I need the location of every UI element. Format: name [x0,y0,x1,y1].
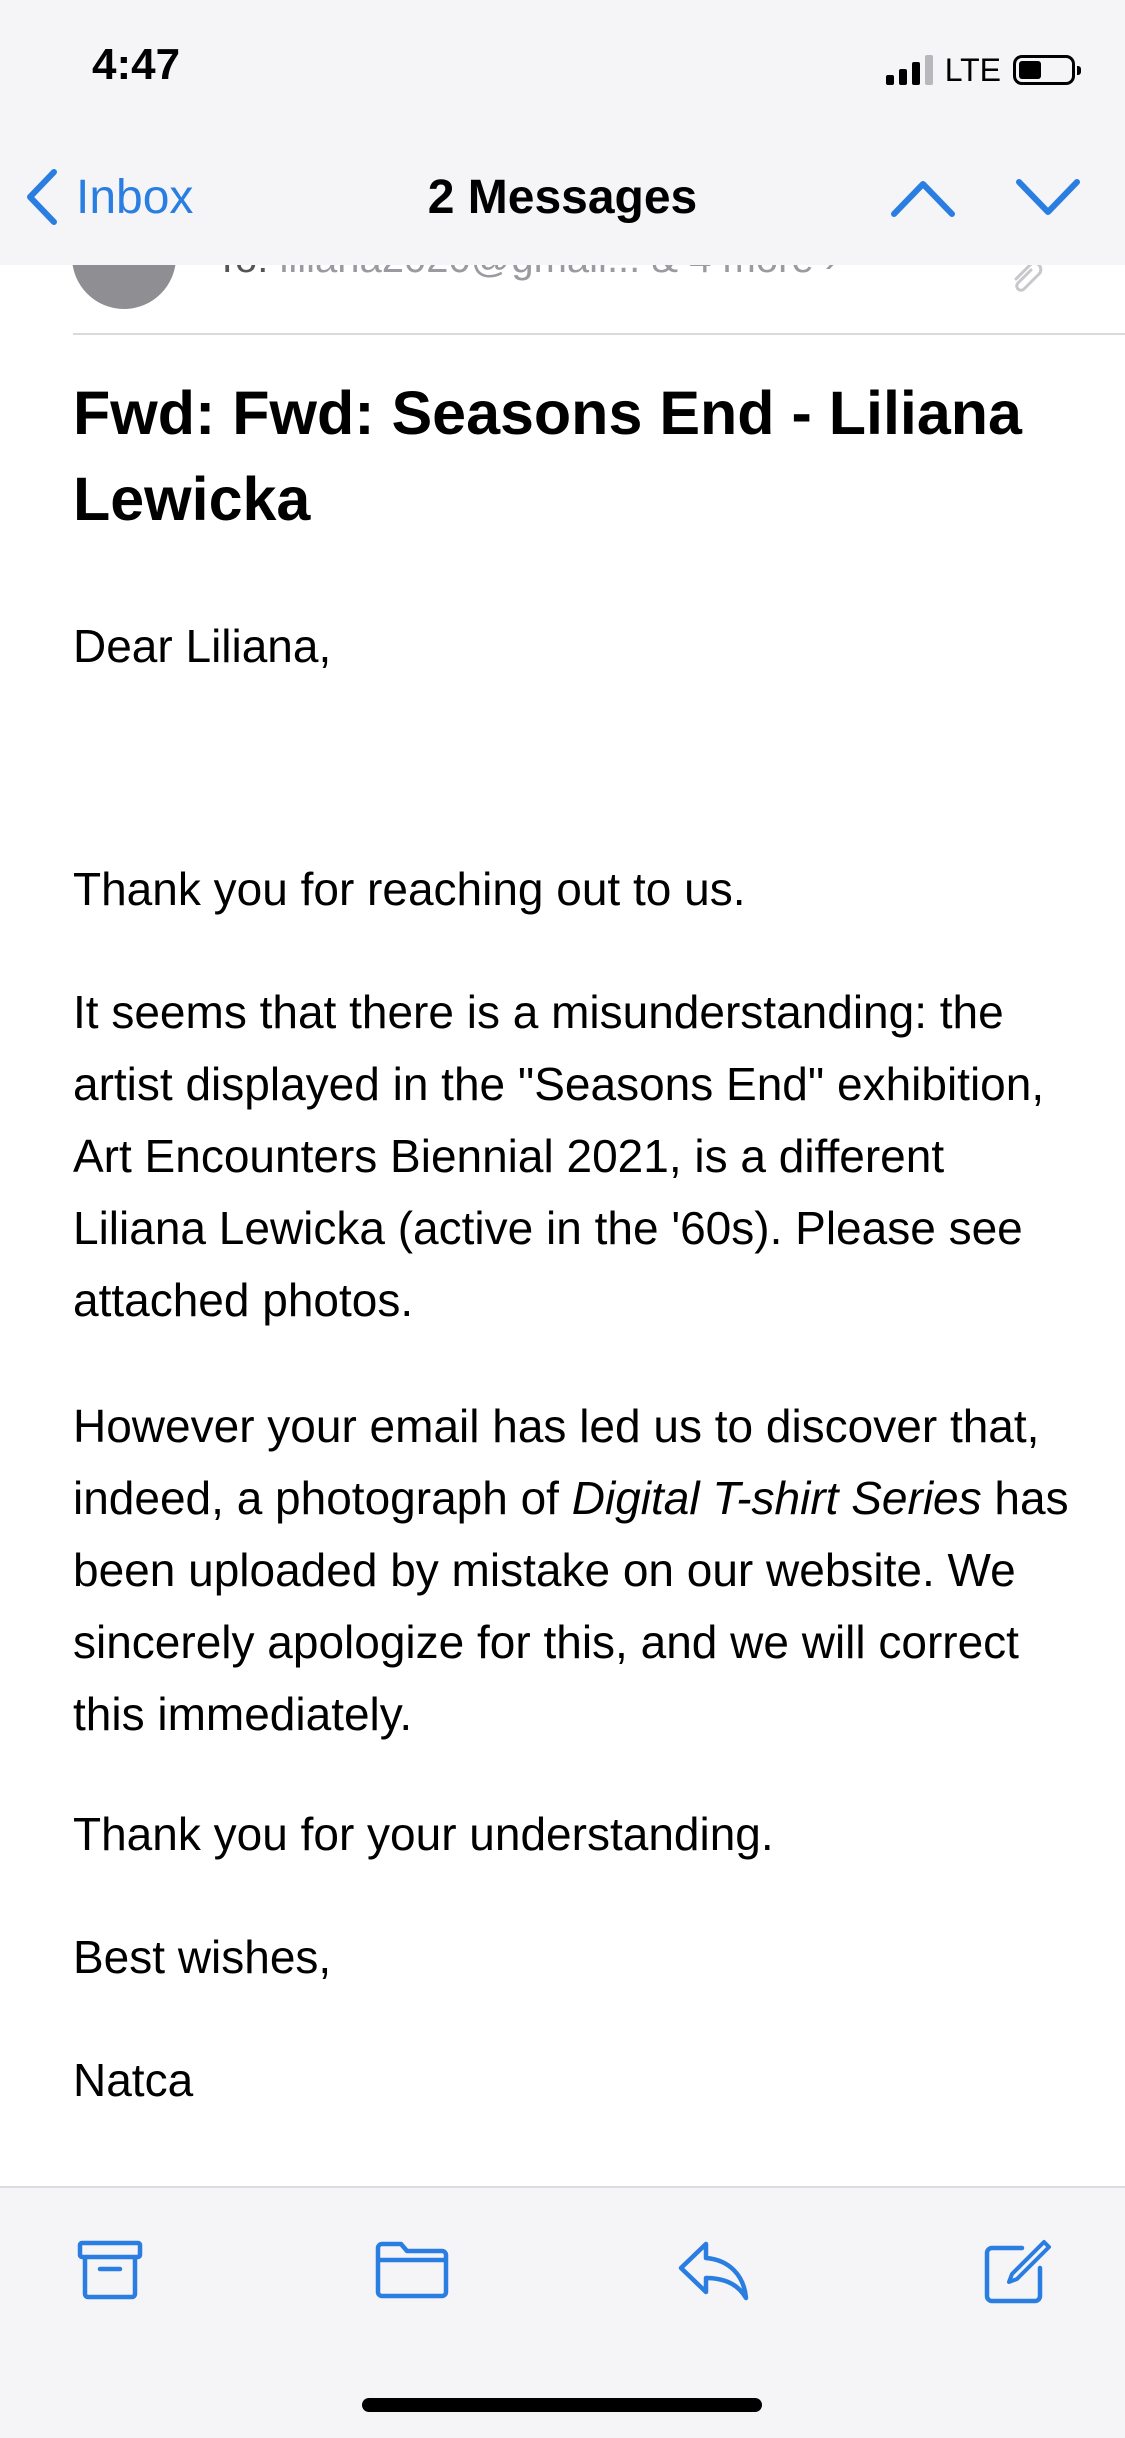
home-indicator[interactable] [362,2398,762,2412]
to-label: To: [215,265,268,281]
message-greeting: Dear Liliana, [73,620,332,672]
chevron-down-icon [1016,179,1080,215]
page-title: 2 Messages [427,171,698,224]
message-signoff: Best wishes, [73,1931,332,1983]
recipients-line[interactable]: To: liliana2020@gmail... & 4 more › [215,265,838,282]
archive-button[interactable] [75,2238,145,2307]
compose-icon [984,2240,1051,2304]
paperclip-icon [1014,265,1043,292]
message-signature: Natca [73,2054,194,2106]
avatar[interactable] [72,265,176,309]
network-label: LTE [944,51,1001,88]
artwork-title: Digital T-shirt Series [571,1472,982,1524]
chevron-up-icon [891,181,955,217]
previous-message-button[interactable] [890,176,956,225]
header-divider [73,333,1125,335]
signal-icon [885,55,933,85]
message-paragraph: Thank you for your understanding. [73,1808,774,1860]
reply-button[interactable] [676,2238,752,2307]
archive-icon [77,2240,143,2300]
message-paragraph: However your email has led us to discove… [73,1390,1073,1750]
message-paragraph: It seems that there is a misunderstandin… [73,986,1045,1326]
status-indicators: LTE [885,50,1081,90]
message-header: To: liliana2020@gmail... & 4 more › [0,265,1125,335]
move-to-folder-button[interactable] [373,2238,451,2307]
message-subject: Fwd: Fwd: Seasons End - Liliana Lewicka [73,379,1022,533]
message-paragraph: Thank you for reaching out to us. [73,863,746,915]
folder-icon [375,2241,449,2299]
reply-icon [678,2241,749,2301]
status-time: 4:47 [92,40,181,89]
status-bar: 4:47 LTE [0,0,1125,140]
next-message-button[interactable] [1015,176,1081,225]
to-value: liliana2020@gmail... & 4 more › [279,265,838,281]
battery-icon [1013,55,1081,85]
compose-button[interactable] [982,2238,1052,2311]
navigation-bar: Inbox 2 Messages [0,140,1125,265]
